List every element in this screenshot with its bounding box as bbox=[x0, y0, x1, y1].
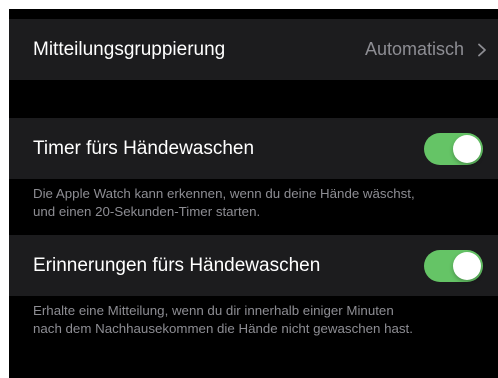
footer-line: Erhalte eine Mitteilung, wenn du dir inn… bbox=[33, 303, 394, 318]
settings-screen: Mitteilungsgruppierung Automatisch Timer… bbox=[9, 9, 498, 378]
notification-grouping-row[interactable]: Mitteilungsgruppierung Automatisch bbox=[9, 19, 498, 80]
handwashing-timer-footer: Die Apple Watch kann erkennen, wenn du d… bbox=[33, 185, 493, 221]
handwashing-timer-row: Timer fürs Händewaschen bbox=[9, 118, 498, 179]
chevron-right-icon bbox=[475, 43, 489, 57]
handwashing-timer-toggle[interactable] bbox=[424, 133, 483, 165]
toggle-knob bbox=[453, 135, 481, 163]
handwashing-timer-label: Timer fürs Händewaschen bbox=[33, 138, 255, 159]
notification-grouping-label: Mitteilungsgruppierung bbox=[33, 39, 226, 60]
footer-line: und einen 20-Sekunden-Timer starten. bbox=[33, 204, 261, 219]
handwashing-reminders-label: Erinnerungen fürs Händewaschen bbox=[33, 255, 321, 276]
notification-grouping-value: Automatisch bbox=[364, 39, 464, 59]
footer-line: nach dem Nachhausekommen die Hände nicht… bbox=[33, 321, 413, 336]
handwashing-reminders-toggle[interactable] bbox=[424, 250, 483, 282]
handwashing-reminders-footer: Erhalte eine Mitteilung, wenn du dir inn… bbox=[33, 302, 493, 338]
toggle-knob bbox=[453, 252, 481, 280]
footer-line: Die Apple Watch kann erkennen, wenn du d… bbox=[33, 186, 415, 201]
handwashing-reminders-row: Erinnerungen fürs Händewaschen bbox=[9, 235, 498, 296]
